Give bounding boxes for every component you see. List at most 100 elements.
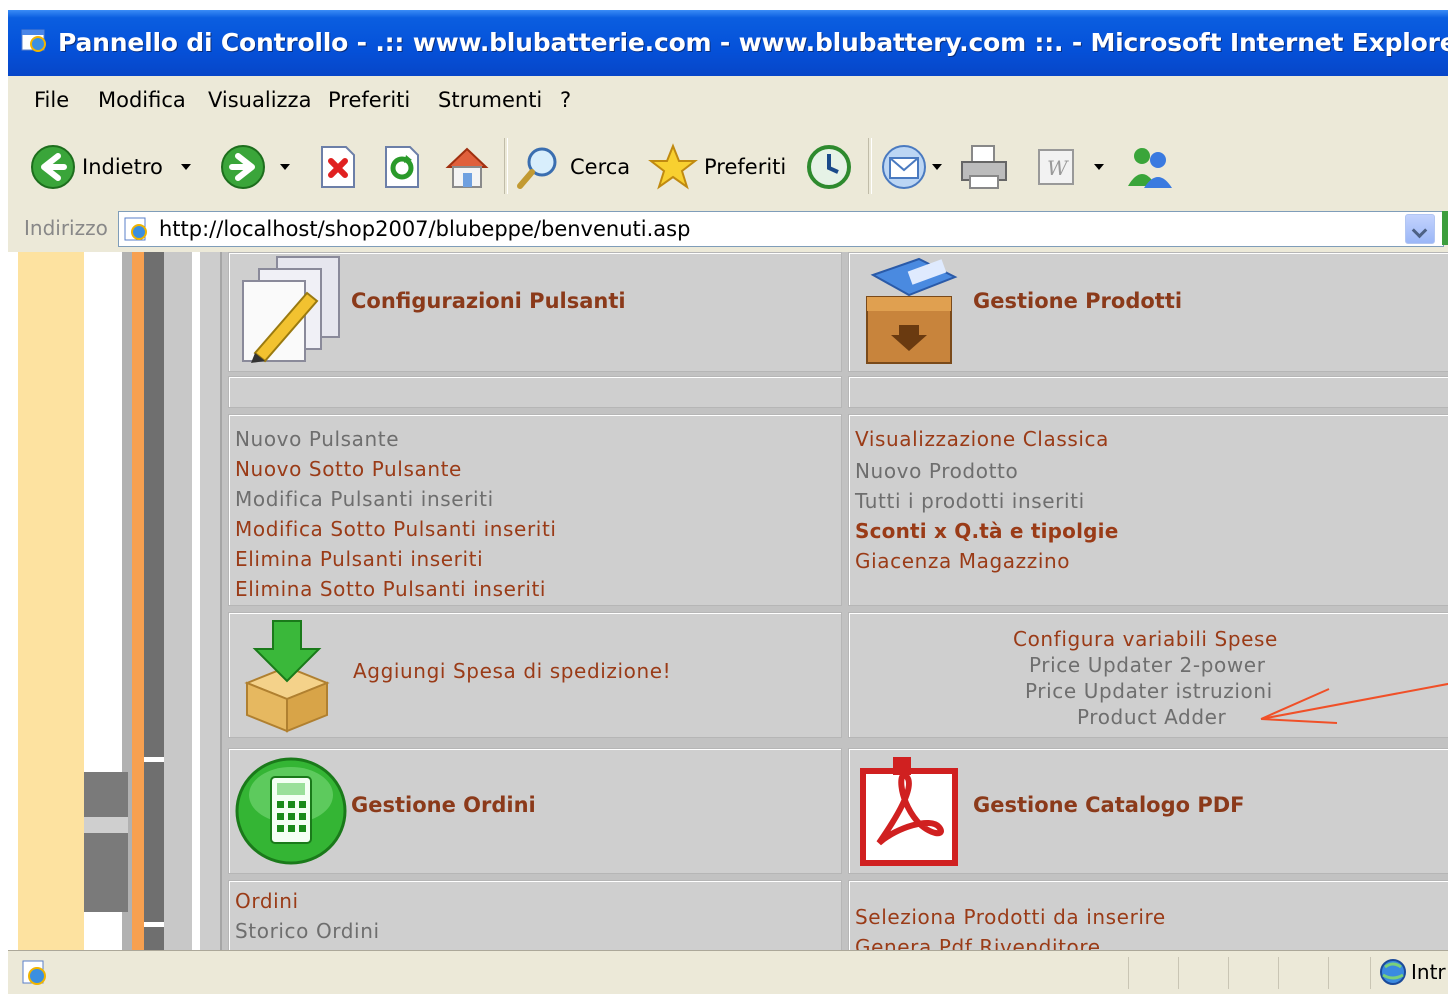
- link-configura-variabili-spese[interactable]: Configura variabili Spese: [1013, 627, 1278, 651]
- link-storico-ordini[interactable]: Storico Ordini: [235, 919, 380, 943]
- link-seleziona-prodotti[interactable]: Seleziona Prodotti da inserire: [855, 905, 1166, 929]
- side-stripe-light: [164, 252, 192, 950]
- heading-configurazioni-pulsanti[interactable]: Configurazioni Pulsanti: [351, 289, 626, 313]
- menu-bar: File Modifica Visualizza Preferiti Strum…: [8, 76, 1448, 129]
- toolbar-separator: [504, 138, 508, 194]
- menu-modifica[interactable]: Modifica: [98, 88, 186, 112]
- side-block-line: [84, 817, 128, 833]
- menu-help[interactable]: ?: [560, 88, 571, 112]
- status-cell: [1128, 957, 1169, 989]
- pdf-icon: [860, 757, 958, 866]
- history-button[interactable]: [804, 140, 854, 194]
- frame-edge: [8, 252, 18, 950]
- page-icon: [124, 217, 147, 241]
- back-dropdown-icon[interactable]: [180, 164, 191, 170]
- side-stripe-beige: [18, 252, 84, 950]
- link-visualizzazione-classica[interactable]: Visualizzazione Classica: [855, 427, 1109, 451]
- menu-strumenti[interactable]: Strumenti: [438, 88, 542, 112]
- page-content: Configurazioni Pulsanti Gestione Prodott…: [8, 252, 1448, 950]
- title-bar: Pannello di Controllo - .:: www.blubatte…: [8, 10, 1448, 76]
- back-label: Indietro: [82, 155, 163, 179]
- panel-spese: Configura variabili Spese Price Updater …: [848, 612, 1448, 738]
- link-modifica-pulsanti[interactable]: Modifica Pulsanti inseriti: [235, 487, 494, 511]
- address-field[interactable]: http://localhost/shop2007/blubeppe/benve…: [118, 211, 1444, 247]
- panel-spedizione: Aggiungi Spesa di spedizione!: [228, 612, 842, 738]
- menu-visualizza[interactable]: Visualizza: [208, 88, 311, 112]
- standard-toolbar: Indietro Cerca Preferiti W: [8, 128, 1448, 207]
- link-modifica-sotto-pulsanti[interactable]: Modifica Sotto Pulsanti inseriti: [235, 517, 557, 541]
- ie-window: Pannello di Controllo - .:: www.blubatte…: [8, 10, 1448, 994]
- link-sconti[interactable]: Sconti x Q.tà e tipolgie: [855, 519, 1119, 543]
- printer-icon: [961, 145, 1007, 189]
- calculator-icon: [235, 757, 347, 865]
- status-bar: Intr: [8, 950, 1448, 994]
- link-giacenza-magazzino[interactable]: Giacenza Magazzino: [855, 549, 1070, 573]
- forward-button[interactable]: [220, 140, 290, 194]
- edit-dropdown-icon[interactable]: [1094, 164, 1104, 170]
- link-nuovo-pulsante[interactable]: Nuovo Pulsante: [235, 427, 399, 451]
- panel-ordini-header: Gestione Ordini: [228, 748, 842, 874]
- status-cell: [1228, 957, 1269, 989]
- history-icon: [807, 145, 851, 189]
- page-status-icon: [22, 960, 46, 985]
- zone-cell: Intr: [1370, 957, 1448, 989]
- address-dropdown-icon[interactable]: [1405, 214, 1435, 244]
- zone-label: Intr: [1411, 960, 1446, 984]
- link-aggiungi-spesa-spedizione[interactable]: Aggiungi Spesa di spedizione!: [353, 659, 671, 683]
- link-elimina-pulsanti[interactable]: Elimina Pulsanti inseriti: [235, 547, 483, 571]
- panel-pulsanti-header: Configurazioni Pulsanti: [228, 252, 842, 372]
- heading-gestione-ordini[interactable]: Gestione Ordini: [351, 793, 536, 817]
- panel-prodotti-header: Gestione Prodotti: [848, 252, 1448, 372]
- home-icon: [445, 147, 489, 188]
- panel-catalogo-links: Seleziona Prodotti da inserire Genera Pd…: [848, 880, 1448, 950]
- address-url[interactable]: http://localhost/shop2007/blubeppe/benve…: [159, 217, 690, 241]
- refresh-icon: [385, 146, 419, 188]
- link-tutti-prodotti[interactable]: Tutti i prodotti inseriti: [855, 489, 1085, 513]
- refresh-button[interactable]: [382, 140, 422, 194]
- menu-preferiti[interactable]: Preferiti: [328, 88, 410, 112]
- mail-dropdown-icon[interactable]: [932, 164, 942, 170]
- link-nuovo-prodotto[interactable]: Nuovo Prodotto: [855, 459, 1018, 483]
- link-elimina-sotto-pulsanti[interactable]: Elimina Sotto Pulsanti inseriti: [235, 577, 546, 601]
- back-arrow-icon: [31, 145, 75, 189]
- heading-gestione-prodotti[interactable]: Gestione Prodotti: [973, 289, 1182, 313]
- link-ordini[interactable]: Ordini: [235, 889, 299, 913]
- panel-catalogo-header: Gestione Catalogo PDF: [848, 748, 1448, 874]
- side-stripe-orange: [132, 252, 144, 950]
- favorites-button[interactable]: Preferiti: [648, 140, 786, 194]
- product-box-icon: [866, 257, 958, 364]
- address-label: Indirizzo: [24, 216, 108, 240]
- go-button[interactable]: [1442, 211, 1448, 245]
- search-icon: [517, 147, 557, 189]
- mail-button[interactable]: [880, 140, 942, 194]
- messenger-button[interactable]: [1122, 140, 1178, 194]
- link-nuovo-sotto-pulsante[interactable]: Nuovo Sotto Pulsante: [235, 457, 462, 481]
- panel-ordini-links: Ordini Storico Ordini: [228, 880, 842, 950]
- word-document-icon: W: [1038, 149, 1074, 185]
- status-cell: [1278, 957, 1319, 989]
- print-button[interactable]: [958, 140, 1010, 194]
- favorites-label: Preferiti: [704, 155, 787, 179]
- panel-prodotti-links: Visualizzazione Classica Nuovo Prodotto …: [848, 414, 1448, 606]
- link-price-updater-istruzioni[interactable]: Price Updater istruzioni: [1025, 679, 1273, 703]
- stop-button[interactable]: [318, 140, 358, 194]
- forward-dropdown-icon[interactable]: [280, 164, 290, 170]
- svg-text:W: W: [1047, 156, 1069, 180]
- link-genera-pdf-rivenditore[interactable]: Genera Pdf Rivenditore: [855, 935, 1101, 950]
- side-stripe-border: [200, 252, 222, 950]
- link-price-updater-2-power[interactable]: Price Updater 2-power: [1029, 653, 1266, 677]
- heading-gestione-catalogo-pdf[interactable]: Gestione Catalogo PDF: [973, 793, 1245, 817]
- side-marker: [144, 922, 164, 927]
- stop-icon: [321, 146, 355, 188]
- internet-globe-icon: [1380, 959, 1406, 985]
- address-bar: Indirizzo http://localhost/shop2007/blub…: [8, 206, 1448, 253]
- link-product-adder[interactable]: Product Adder: [1077, 705, 1226, 729]
- home-button[interactable]: [442, 140, 492, 194]
- search-button[interactable]: Cerca: [514, 140, 630, 194]
- annotation-arrow: [1260, 682, 1448, 724]
- edit-word-button[interactable]: W: [1036, 140, 1104, 194]
- toolbar-separator: [868, 138, 872, 194]
- back-button[interactable]: Indietro: [30, 140, 191, 194]
- menu-file[interactable]: File: [34, 88, 69, 112]
- spacer-cell: [848, 376, 1448, 408]
